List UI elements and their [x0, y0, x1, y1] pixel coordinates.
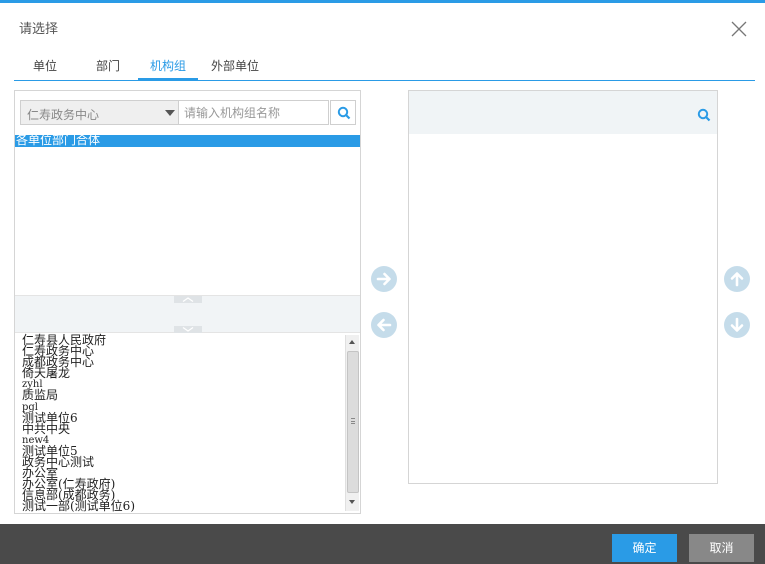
tab-department[interactable]: 部门	[87, 57, 129, 80]
list-item[interactable]: 测试一部(测试单位6)	[22, 500, 342, 512]
collapse-down-button[interactable]	[174, 326, 202, 333]
list-item[interactable]: 成都政务中心	[22, 356, 342, 368]
list-item[interactable]: 政务中心测试	[22, 456, 342, 468]
move-down-button[interactable]	[724, 312, 750, 338]
list-item[interactable]: 质监局	[22, 389, 342, 401]
unit-list-items: 仁寿县人民政府 仁寿政务中心 成都政务中心 倚天屠龙 zyhl 质监局 pgl …	[22, 334, 342, 513]
collapse-up-button[interactable]	[174, 296, 202, 303]
selected-panel-header	[409, 91, 717, 134]
dialog-top-accent	[0, 0, 765, 3]
scroll-down-icon[interactable]	[349, 500, 355, 504]
grip-icon	[351, 418, 355, 424]
chevron-down-icon	[182, 327, 194, 332]
arrow-down-icon	[730, 317, 744, 332]
unit-select[interactable]: 仁寿政务中心	[20, 100, 183, 125]
dialog-footer: 确定 取消	[0, 524, 765, 564]
scroll-up-icon[interactable]	[349, 340, 355, 344]
confirm-button[interactable]: 确定	[612, 534, 677, 562]
tab-bar: 单位 部门 机构组 外部单位	[14, 57, 755, 81]
unit-list-scrollbar[interactable]	[345, 335, 359, 511]
move-up-button[interactable]	[724, 266, 750, 292]
panel-splitter[interactable]	[15, 295, 360, 333]
arrow-up-icon	[730, 272, 744, 287]
list-item[interactable]: 各单位部门合体	[15, 135, 360, 147]
cancel-button[interactable]: 取消	[689, 534, 754, 562]
list-item[interactable]: 倚天屠龙	[22, 367, 342, 379]
selected-panel	[408, 90, 718, 484]
add-to-selection-button[interactable]	[371, 266, 397, 292]
tab-external-unit[interactable]: 外部单位	[204, 57, 266, 80]
tab-org-group[interactable]: 机构组	[138, 57, 198, 80]
search-button[interactable]	[330, 100, 356, 125]
close-icon[interactable]	[729, 19, 749, 39]
search-icon	[337, 106, 351, 120]
group-search-input[interactable]	[178, 100, 329, 125]
list-item[interactable]: 中共中央	[22, 423, 342, 435]
unit-select-value: 仁寿政务中心	[27, 108, 100, 122]
chevron-up-icon	[182, 297, 194, 302]
remove-from-selection-button[interactable]	[371, 312, 397, 338]
arrow-right-icon	[376, 272, 391, 286]
arrow-left-icon	[377, 318, 392, 332]
unit-list: 仁寿县人民政府 仁寿政务中心 成都政务中心 倚天屠龙 zyhl 质监局 pgl …	[15, 333, 360, 513]
source-panel: 仁寿政务中心 各单位部门合体 仁寿县人民政府 仁寿政务中心 成都政务中心 倚天屠…	[14, 90, 361, 514]
group-list: 各单位部门合体	[15, 135, 360, 295]
list-item[interactable]: 测试单位6	[22, 412, 342, 424]
chevron-down-icon	[165, 110, 175, 116]
list-item[interactable]: zyhl	[22, 379, 342, 390]
scrollbar-thumb[interactable]	[347, 351, 359, 493]
tab-unit[interactable]: 单位	[24, 57, 66, 80]
dialog-title: 请选择	[19, 22, 59, 37]
search-icon[interactable]	[691, 103, 713, 125]
